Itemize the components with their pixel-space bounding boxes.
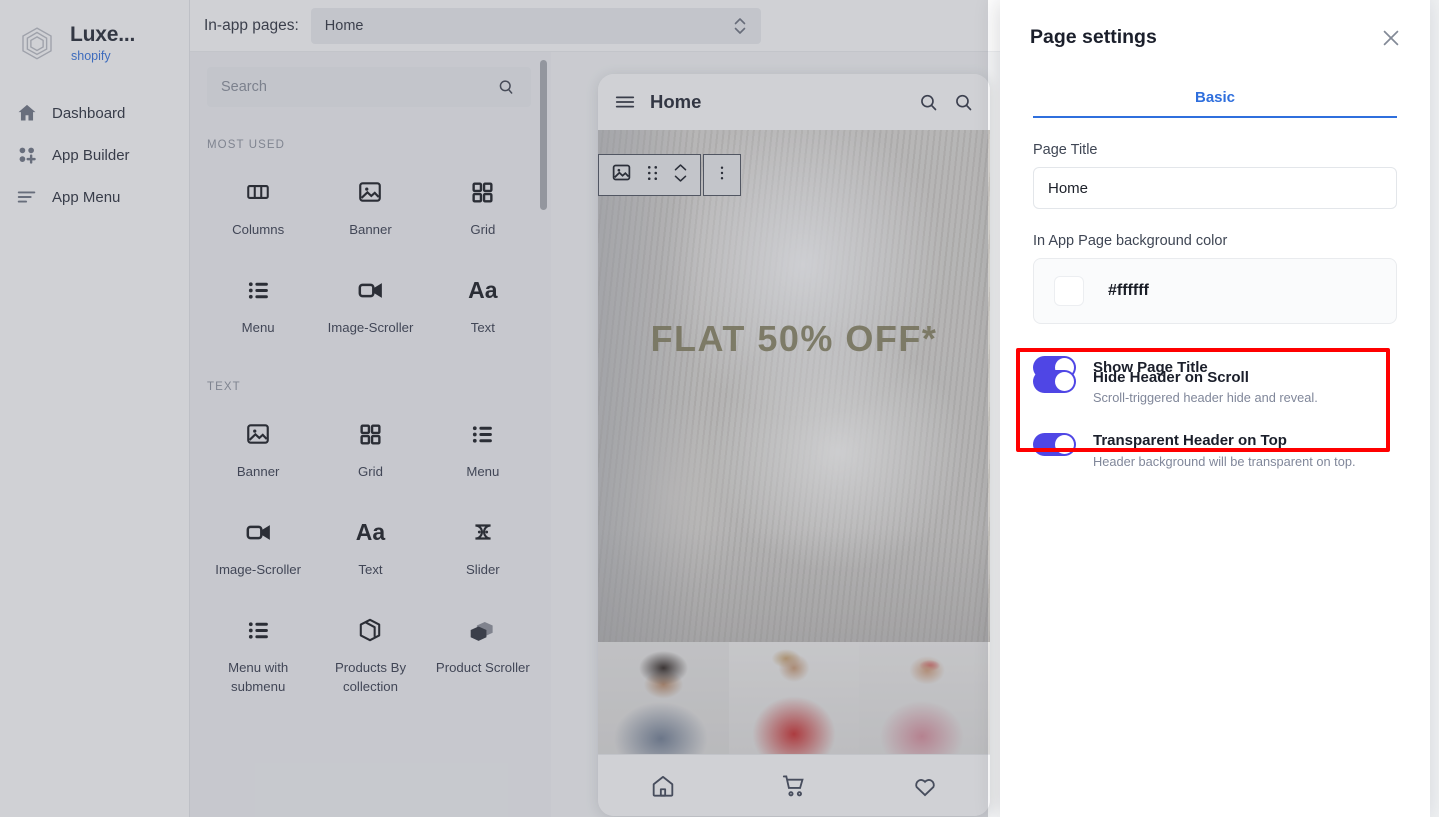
hide-header-on-scroll-toggle[interactable] <box>1033 370 1076 393</box>
tab-active-underline <box>1033 116 1397 119</box>
tab-basic[interactable]: Basic <box>1033 89 1397 117</box>
page-settings-panel: Page settings Basic Page Title In App Pa… <box>1000 0 1430 817</box>
toggle-row[interactable]: Hide Header on Scroll Scroll-triggered h… <box>1033 360 1390 413</box>
color-hex-value: #ffffff <box>1108 282 1149 300</box>
toggle-knob <box>1055 435 1074 454</box>
header-behavior-toggle-group: Hide Header on Scroll Scroll-triggered h… <box>1016 348 1390 452</box>
transparent-header-on-top-toggle[interactable] <box>1033 433 1076 456</box>
panel-fields: Page Title In App Page background color … <box>1000 142 1430 324</box>
panel-header: Page settings <box>1000 0 1430 49</box>
panel-right-edge-strip <box>1430 0 1439 817</box>
panel-tabs: Basic <box>1033 89 1397 118</box>
toggle-row[interactable]: Transparent Header on Top Header backgro… <box>1033 423 1390 476</box>
toggle-knob <box>1055 372 1074 391</box>
page-title-heading: Page settings <box>1030 26 1380 49</box>
hide-header-on-scroll-description: Scroll-triggered header hide and reveal. <box>1093 390 1318 405</box>
modal-dim-overlay[interactable] <box>0 0 988 817</box>
color-swatch[interactable] <box>1054 276 1084 306</box>
close-icon[interactable] <box>1380 27 1402 49</box>
hide-header-on-scroll-label: Hide Header on Scroll <box>1093 368 1318 388</box>
background-color-field-label: In App Page background color <box>1033 233 1397 249</box>
transparent-header-on-top-description: Header background will be transparent on… <box>1093 454 1356 469</box>
transparent-header-on-top-label: Transparent Header on Top <box>1093 431 1356 451</box>
page-title-input[interactable] <box>1033 167 1397 209</box>
background-color-picker[interactable]: #ffffff <box>1033 258 1397 324</box>
page-title-field-label: Page Title <box>1033 142 1397 158</box>
